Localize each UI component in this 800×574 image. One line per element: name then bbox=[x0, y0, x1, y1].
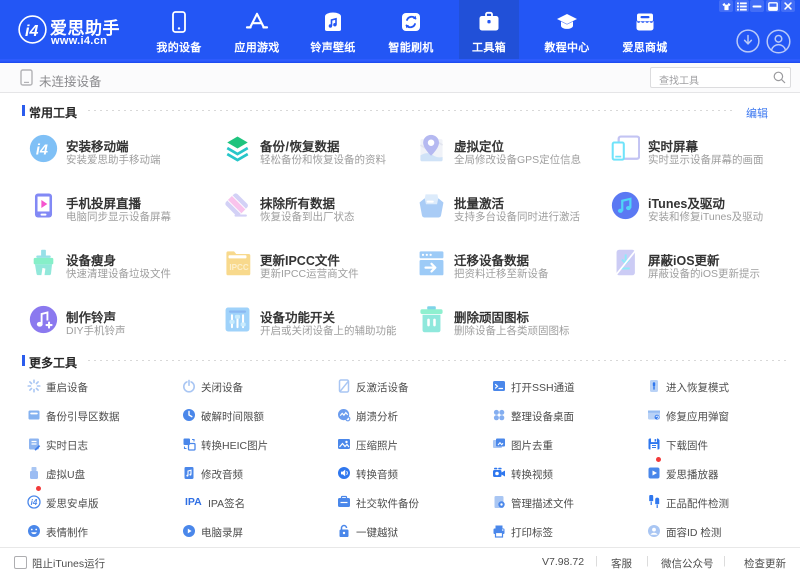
svg-text:IPCC: IPCC bbox=[229, 263, 248, 272]
svg-text:i4: i4 bbox=[36, 142, 48, 158]
svg-text:i4: i4 bbox=[25, 23, 38, 40]
svg-text:i4: i4 bbox=[31, 498, 38, 507]
